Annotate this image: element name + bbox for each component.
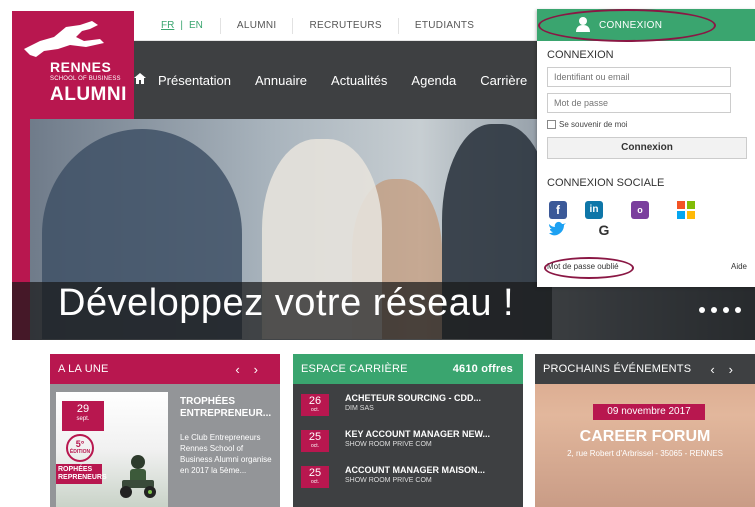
prev-arrow-icon[interactable]: ‹ xyxy=(710,362,728,377)
card-prochains-evenements: PROCHAINS ÉVÉNEMENTS ‹› 09 novembre 2017… xyxy=(535,354,755,507)
job-date-day: 25 xyxy=(308,431,322,443)
job-offer-item[interactable]: 26 oct. ACHETEUR SOURCING - CDD... DIM S… xyxy=(301,392,521,420)
login-title: CONNEXION xyxy=(547,49,614,61)
carousel-dot[interactable] xyxy=(699,307,705,313)
carousel-dots xyxy=(699,307,741,313)
job-offer-item[interactable]: 25 oct. ACCOUNT MANAGER MAISON... SHOW R… xyxy=(301,464,521,492)
job-date-month: oct. xyxy=(310,443,320,449)
edition-label: ÉDITION xyxy=(69,449,91,455)
logo[interactable]: RENNES SCHOOL OF BUSINESS ALUMNI xyxy=(12,11,134,121)
job-date-badge: 25 oct. xyxy=(301,466,329,488)
card-a-la-une: A LA UNE ‹› 29 sept. 5° ÉDITION ROPHÉES … xyxy=(50,354,280,507)
facebook-icon[interactable]: f xyxy=(549,201,567,219)
job-date-badge: 25 oct. xyxy=(301,430,329,452)
offers-count[interactable]: 4610 offres xyxy=(453,363,513,375)
job-offer-item[interactable]: 25 oct. KEY ACCOUNT MANAGER NEW... SHOW … xyxy=(301,428,521,456)
card-title: PROCHAINS ÉVÉNEMENTS xyxy=(543,363,692,375)
remember-me[interactable]: Se souvenir de moi xyxy=(547,120,755,129)
twitter-icon[interactable] xyxy=(549,221,567,239)
job-title[interactable]: ACHETEUR SOURCING - CDD... xyxy=(345,393,481,403)
login-header-label: CONNEXION xyxy=(599,19,663,31)
forgot-password-link[interactable]: Mot de passe oublié xyxy=(547,262,619,271)
login-panel: CONNEXION CONNEXION Se souvenir de moi C… xyxy=(537,9,755,287)
nav-item-carriere[interactable]: Carrière xyxy=(468,73,537,88)
job-company: SHOW ROOM PRIVE COM xyxy=(345,441,432,448)
job-date-badge: 26 oct. xyxy=(301,394,329,416)
user-icon xyxy=(576,17,590,32)
card-title: A LA UNE xyxy=(58,363,109,375)
top-link-recruteurs[interactable]: RECRUTEURS xyxy=(292,17,397,34)
job-date-month: oct. xyxy=(310,479,320,485)
remember-me-checkbox[interactable] xyxy=(547,120,556,129)
date-day: 29 xyxy=(76,403,90,415)
carousel-dot[interactable] xyxy=(711,307,717,313)
microsoft-icon[interactable] xyxy=(677,201,695,219)
card-header: PROCHAINS ÉVÉNEMENTS ‹› xyxy=(535,354,755,384)
social-login-icons: f in o G xyxy=(547,201,747,241)
event-address: 2, rue Robert d'Arbrissel - 35065 - RENN… xyxy=(567,449,723,458)
job-title[interactable]: KEY ACCOUNT MANAGER NEW... xyxy=(345,429,490,439)
top-link-alumni[interactable]: ALUMNI xyxy=(219,17,293,34)
job-company: SHOW ROOM PRIVE COM xyxy=(345,477,432,484)
card-header: A LA UNE ‹› xyxy=(50,354,280,384)
next-arrow-icon[interactable]: › xyxy=(729,362,747,377)
lang-fr-link[interactable]: FR xyxy=(161,20,174,31)
language-switcher: FR | EN xyxy=(134,20,220,31)
trophy-label: ROPHÉES REPRENEURS xyxy=(56,464,107,484)
linkedin-icon[interactable]: in xyxy=(585,201,603,219)
job-company: DIM SAS xyxy=(345,405,374,412)
edition-number: 5° xyxy=(75,439,85,449)
top-link-etudiants[interactable]: ETUDIANTS xyxy=(397,17,490,34)
remember-me-label: Se souvenir de moi xyxy=(559,120,628,129)
logo-line-alumni: ALUMNI xyxy=(50,84,127,105)
event-name[interactable]: CAREER FORUM xyxy=(535,428,755,446)
lang-en-link[interactable]: EN xyxy=(189,20,203,31)
leaping-dog-logo-icon xyxy=(24,21,104,57)
identifier-input[interactable] xyxy=(547,67,731,87)
help-link[interactable]: Aide xyxy=(731,262,747,271)
edition-badge: 5° ÉDITION xyxy=(66,434,94,462)
card-espace-carriere: ESPACE CARRIÈRE 4610 offres 26 oct. ACHE… xyxy=(293,354,523,507)
card-arrows: ‹› xyxy=(235,362,272,377)
go-kart-icon xyxy=(120,455,156,498)
card-arrows: ‹› xyxy=(710,362,747,377)
article-title[interactable]: TROPHÉES ENTREPRENEUR... xyxy=(180,396,278,420)
login-submit-button[interactable]: Connexion xyxy=(547,137,747,159)
next-arrow-icon[interactable]: › xyxy=(254,362,272,377)
date-month: sept. xyxy=(76,416,90,422)
logo-line-school: SCHOOL OF BUSINESS xyxy=(50,76,121,82)
event-date: 09 novembre 2017 xyxy=(593,404,705,420)
google-icon[interactable]: G xyxy=(595,221,613,239)
nav-item-presentation[interactable]: Présentation xyxy=(146,73,243,88)
job-date-month: oct. xyxy=(310,407,320,413)
viadeo-icon[interactable]: o xyxy=(631,201,649,219)
article-excerpt: Le Club Entrepreneurs Rennes School of B… xyxy=(180,433,272,475)
article-thumbnail[interactable]: 29 sept. 5° ÉDITION ROPHÉES REPRENEURS xyxy=(56,392,168,507)
home-icon[interactable] xyxy=(134,73,146,87)
carousel-dot[interactable] xyxy=(723,307,729,313)
password-input[interactable] xyxy=(547,93,731,113)
nav-item-annuaire[interactable]: Annuaire xyxy=(243,73,319,88)
nav-item-agenda[interactable]: Agenda xyxy=(399,73,468,88)
logo-line-rennes: RENNES xyxy=(50,59,112,75)
social-login-title: CONNEXION SOCIALE xyxy=(547,177,665,189)
lang-separator: | xyxy=(180,20,183,31)
top-bar: FR | EN ALUMNI RECRUTEURS ETUDIANTS xyxy=(134,11,537,41)
nav-item-actualites[interactable]: Actualités xyxy=(319,73,399,88)
prev-arrow-icon[interactable]: ‹ xyxy=(235,362,253,377)
hero-tagline: Développez votre réseau ! xyxy=(58,282,515,324)
job-date-day: 25 xyxy=(308,467,322,479)
job-title[interactable]: ACCOUNT MANAGER MAISON... xyxy=(345,465,485,475)
login-toggle-button[interactable]: CONNEXION xyxy=(537,9,755,41)
date-badge: 29 sept. xyxy=(62,401,104,431)
main-nav: Présentation Annuaire Actualités Agenda … xyxy=(134,41,537,119)
card-title: ESPACE CARRIÈRE xyxy=(301,363,408,375)
job-date-day: 26 xyxy=(308,395,322,407)
carousel-dot[interactable] xyxy=(735,307,741,313)
card-header: ESPACE CARRIÈRE 4610 offres xyxy=(293,354,523,384)
